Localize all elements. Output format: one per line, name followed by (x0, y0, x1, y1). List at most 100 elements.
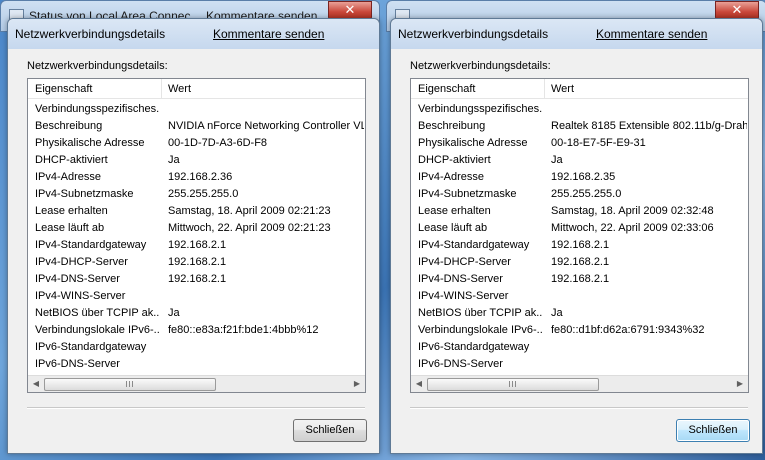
property-cell: IPv4-Adresse (35, 171, 102, 183)
property-cell: Beschreibung (35, 120, 103, 132)
table-row[interactable]: Physikalische Adresse 00-1D-7D-A3-6D-F8 (28, 135, 365, 152)
listview-rows: Verbindungsspezifisches... Beschreibung Re… (411, 101, 748, 373)
table-row[interactable]: Lease erhalten Samstag, 18. April 2009 02… (411, 203, 748, 220)
close-button[interactable]: Schließen (676, 419, 750, 442)
value-cell: 255.255.255.0 (551, 188, 622, 200)
table-row[interactable]: IPv4-Standardgateway 192.168.2.1 (411, 237, 748, 254)
feedback-link[interactable]: Kommentare senden (596, 27, 707, 41)
table-row[interactable]: Lease erhalten Samstag, 18. April 2009 02… (28, 203, 365, 220)
property-cell: Lease läuft ab (35, 222, 105, 234)
property-cell: IPv4-DHCP-Server (418, 256, 511, 268)
table-row[interactable]: IPv4-DNS-Server 192.168.2.1 (411, 271, 748, 288)
value-cell: Ja (551, 307, 563, 319)
value-cell: 00-18-E7-5F-E9-31 (551, 137, 646, 149)
table-row[interactable]: IPv4-Adresse 192.168.2.36 (28, 169, 365, 186)
property-cell: Verbindungslokale IPv6-... (35, 324, 160, 336)
property-cell: IPv4-Subnetzmaske (35, 188, 134, 200)
arrow-left-icon[interactable]: ◀ (30, 378, 42, 390)
column-header-value[interactable]: Wert (551, 83, 574, 95)
property-cell: IPv4-DHCP-Server (35, 256, 128, 268)
scrollbar-thumb[interactable] (44, 378, 216, 391)
value-cell: 192.168.2.35 (551, 171, 616, 183)
property-cell: Physikalische Adresse (418, 137, 528, 149)
column-header-property[interactable]: Eigenschaft (35, 83, 92, 95)
horizontal-scrollbar[interactable]: ◀ ▶ (411, 375, 748, 392)
details-dialog-left: Netzwerkverbindungsdetails Kommentare se… (7, 18, 380, 454)
table-row[interactable]: IPv6-Standardgateway (28, 339, 365, 356)
property-cell: IPv4-Subnetzmaske (418, 188, 517, 200)
table-row[interactable]: IPv4-Adresse 192.168.2.35 (411, 169, 748, 186)
value-cell: 192.168.2.1 (168, 273, 227, 285)
column-separator[interactable] (161, 79, 162, 98)
property-cell: DHCP-aktiviert (418, 154, 491, 166)
table-row[interactable]: Beschreibung Realtek 8185 Extensible 802.… (411, 118, 748, 135)
table-row[interactable]: IPv4-WINS-Server (411, 288, 748, 305)
listview-header: Eigenschaft Wert (28, 79, 365, 99)
table-row[interactable]: Verbindungslokale IPv6-... fe80::d1bf:d62… (411, 322, 748, 339)
table-row[interactable]: IPv6-Standardgateway (411, 339, 748, 356)
dialog-titlebar: Netzwerkverbindungsdetails Kommentare se… (8, 19, 379, 49)
property-cell: Lease erhalten (418, 205, 491, 217)
table-row[interactable]: NetBIOS über TCPIP ak... Ja (28, 305, 365, 322)
property-cell: NetBIOS über TCPIP ak... (35, 307, 160, 319)
table-row[interactable]: NetBIOS über TCPIP ak... Ja (411, 305, 748, 322)
value-cell: 255.255.255.0 (168, 188, 239, 200)
arrow-right-icon[interactable]: ▶ (351, 378, 363, 390)
column-header-property[interactable]: Eigenschaft (418, 83, 475, 95)
section-label: Netzwerkverbindungsdetails: (27, 60, 168, 72)
property-cell: Verbindungslokale IPv6-... (418, 324, 543, 336)
property-cell: IPv6-Standardgateway (35, 341, 147, 353)
value-cell: Realtek 8185 Extensible 802.11b/g-Drahtl (551, 120, 747, 132)
table-row[interactable]: Physikalische Adresse 00-18-E7-5F-E9-31 (411, 135, 748, 152)
property-cell: DHCP-aktiviert (35, 154, 108, 166)
details-dialog-right: Netzwerkverbindungsdetails Kommentare se… (390, 18, 763, 454)
arrow-left-icon[interactable]: ◀ (413, 378, 425, 390)
details-listview[interactable]: Eigenschaft Wert Verbindungsspezifisches… (27, 78, 366, 393)
value-cell: 192.168.2.1 (551, 239, 610, 251)
column-header-value[interactable]: Wert (168, 83, 191, 95)
property-cell: IPv6-DNS-Server (418, 358, 503, 370)
table-row[interactable]: IPv4-DHCP-Server 192.168.2.1 (411, 254, 748, 271)
dialog-title: Netzwerkverbindungsdetails (398, 27, 549, 41)
close-button[interactable]: Schließen (293, 419, 367, 442)
table-row[interactable]: Verbindungsspezifisches... (411, 101, 748, 118)
table-row[interactable]: IPv4-DHCP-Server 192.168.2.1 (28, 254, 365, 271)
value-cell: Ja (551, 154, 563, 166)
dialog-title: Netzwerkverbindungsdetails (15, 27, 166, 41)
section-label: Netzwerkverbindungsdetails: (410, 60, 551, 72)
property-cell: Verbindungsspezifisches... (418, 103, 543, 115)
table-row[interactable]: Beschreibung NVIDIA nForce Networking Con… (28, 118, 365, 135)
value-cell: 192.168.2.36 (168, 171, 233, 183)
table-row[interactable]: IPv6-DNS-Server (411, 356, 748, 373)
table-row[interactable]: IPv4-Standardgateway 192.168.2.1 (28, 237, 365, 254)
table-row[interactable]: Verbindungslokale IPv6-... fe80::e83a:f21… (28, 322, 365, 339)
table-row[interactable]: Lease läuft ab Mittwoch, 22. April 2009 0… (28, 220, 365, 237)
divider (27, 407, 365, 409)
dialog-titlebar: Netzwerkverbindungsdetails Kommentare se… (391, 19, 762, 49)
property-cell: Beschreibung (418, 120, 486, 132)
scrollbar-thumb[interactable] (427, 378, 599, 391)
table-row[interactable]: Verbindungsspezifisches... (28, 101, 365, 118)
table-row[interactable]: IPv4-WINS-Server (28, 288, 365, 305)
value-cell: NVIDIA nForce Networking Controller VLA (168, 120, 364, 132)
table-row[interactable]: IPv6-DNS-Server (28, 356, 365, 373)
details-listview[interactable]: Eigenschaft Wert Verbindungsspezifisches… (410, 78, 749, 393)
horizontal-scrollbar[interactable]: ◀ ▶ (28, 375, 365, 392)
table-row[interactable]: IPv4-Subnetzmaske 255.255.255.0 (28, 186, 365, 203)
feedback-link[interactable]: Kommentare senden (213, 27, 324, 41)
property-cell: IPv4-WINS-Server (418, 290, 509, 302)
property-cell: Lease erhalten (35, 205, 108, 217)
table-row[interactable]: Lease läuft ab Mittwoch, 22. April 2009 0… (411, 220, 748, 237)
table-row[interactable]: IPv4-Subnetzmaske 255.255.255.0 (411, 186, 748, 203)
value-cell: 192.168.2.1 (551, 273, 610, 285)
property-cell: Physikalische Adresse (35, 137, 145, 149)
divider (410, 407, 748, 409)
column-separator[interactable] (544, 79, 545, 98)
table-row[interactable]: DHCP-aktiviert Ja (411, 152, 748, 169)
table-row[interactable]: IPv4-DNS-Server 192.168.2.1 (28, 271, 365, 288)
table-row[interactable]: DHCP-aktiviert Ja (28, 152, 365, 169)
value-cell: Samstag, 18. April 2009 02:21:23 (168, 205, 331, 217)
arrow-right-icon[interactable]: ▶ (734, 378, 746, 390)
property-cell: IPv4-WINS-Server (35, 290, 126, 302)
property-cell: IPv4-DNS-Server (418, 273, 503, 285)
